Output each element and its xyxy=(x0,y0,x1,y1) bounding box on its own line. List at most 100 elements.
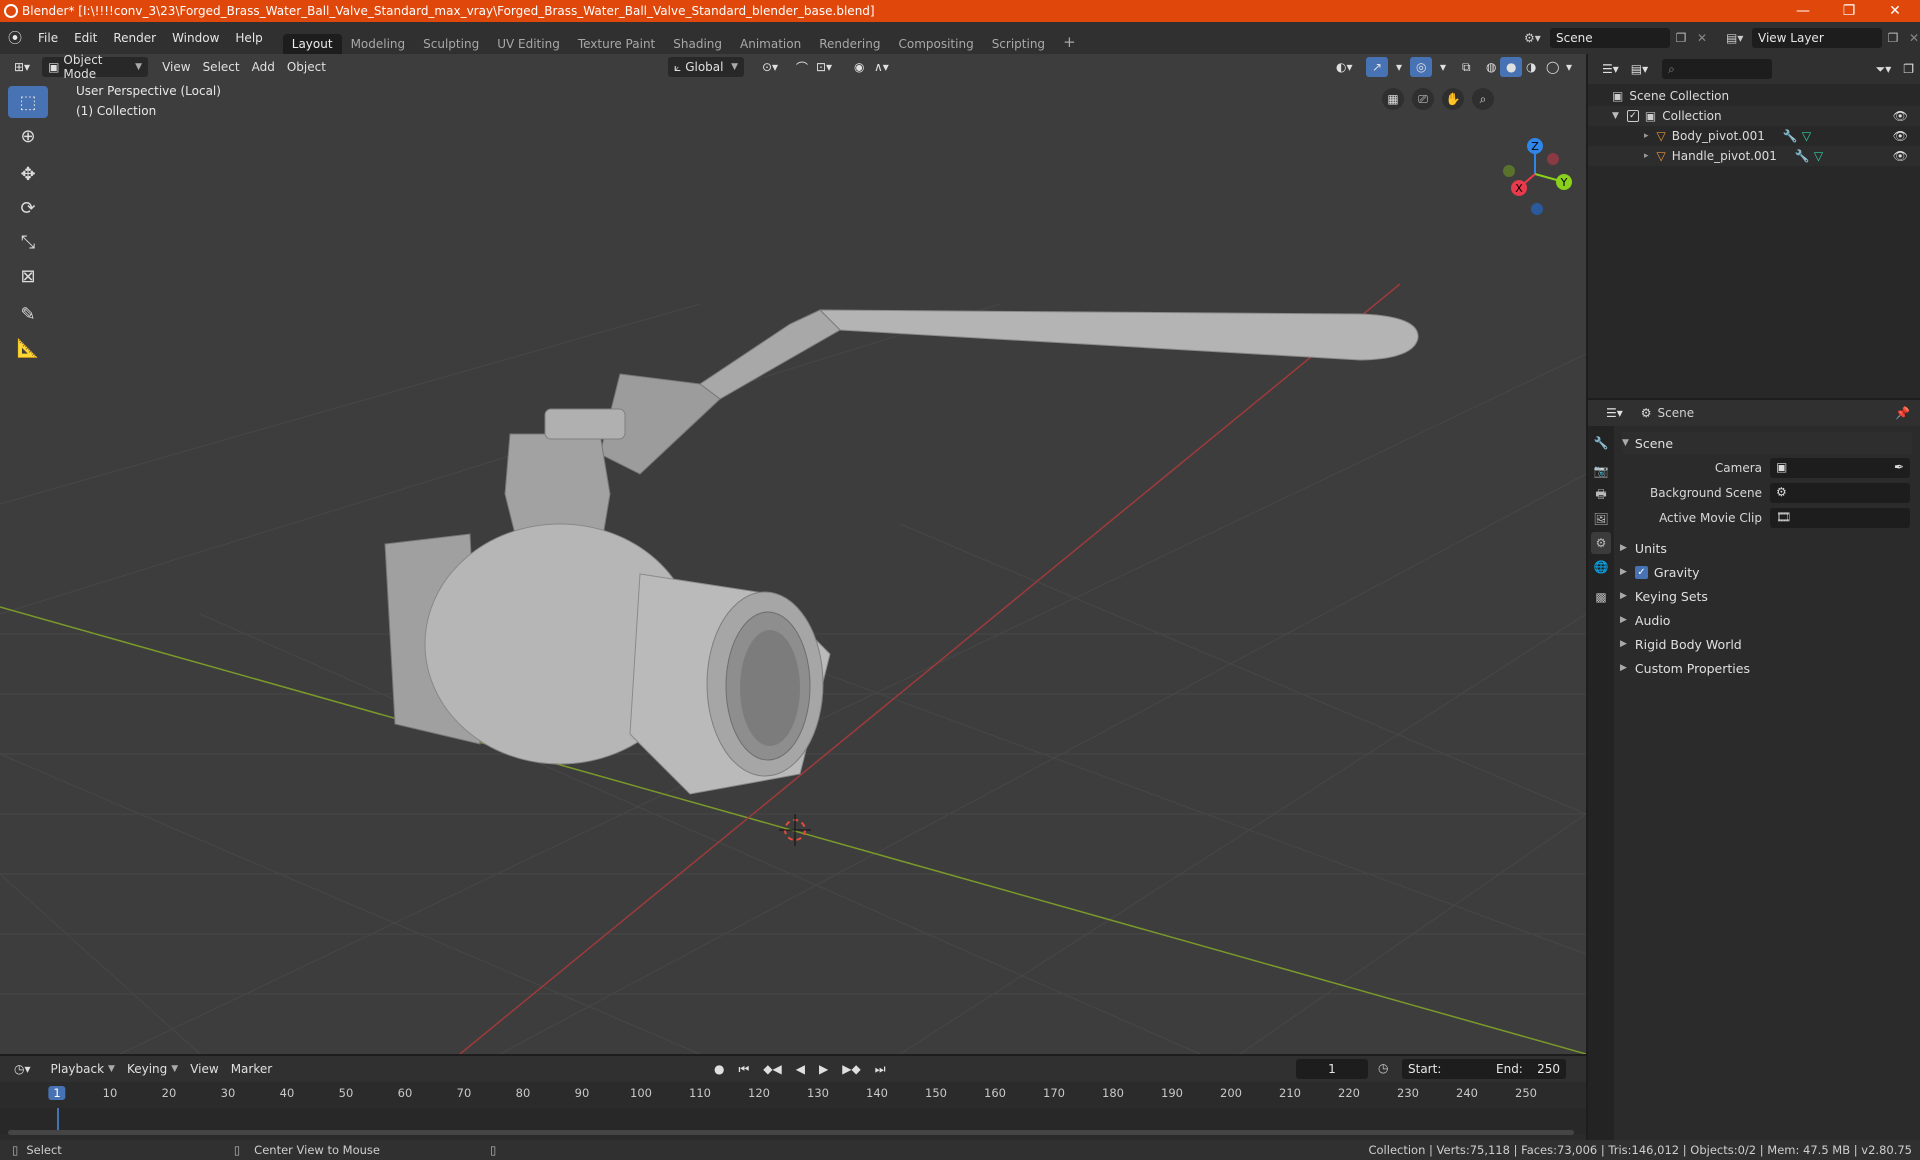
outliner-collection[interactable]: ▼ ✓ ▣ Collection 👁 xyxy=(1588,106,1920,126)
new-scene-icon[interactable]: ❐ xyxy=(1670,31,1692,45)
jump-start-icon[interactable]: ⏮ xyxy=(732,1059,755,1079)
timeline-scrollbar[interactable] xyxy=(8,1130,1574,1135)
menu-help[interactable]: Help xyxy=(227,31,270,45)
outliner-editor-type-icon[interactable]: ☰▾ xyxy=(1596,59,1625,79)
texture-tab-icon[interactable]: ▩ xyxy=(1591,586,1611,608)
outliner-scene-collection[interactable]: ▣ Scene Collection xyxy=(1588,86,1920,106)
custom-properties-panel[interactable]: ▶ Custom Properties xyxy=(1620,657,1750,679)
play-icon[interactable]: ▶ xyxy=(813,1059,834,1079)
measure-tool-icon[interactable]: 📐 xyxy=(8,332,48,364)
modifier-icon[interactable]: 🔧 xyxy=(1795,149,1810,163)
outliner-object-body[interactable]: ▸ ▽ Body_pivot.001 🔧 ▽ 👁 xyxy=(1588,126,1920,146)
current-frame-marker[interactable]: 1 xyxy=(48,1086,66,1100)
display-mode-icon[interactable]: ▤▾ xyxy=(1625,59,1654,79)
menu-render[interactable]: Render xyxy=(105,31,164,45)
gravity-panel[interactable]: ▶ ✓ Gravity xyxy=(1620,561,1700,583)
eye-icon[interactable]: 👁 xyxy=(1893,149,1908,163)
rotate-tool-icon[interactable]: ⟳ xyxy=(8,192,48,224)
jump-end-icon[interactable]: ⏭ xyxy=(869,1059,892,1079)
expand-arrow-icon[interactable]: ▸ xyxy=(1644,131,1649,141)
audio-panel[interactable]: ▶ Audio xyxy=(1620,609,1670,631)
xray-icon[interactable]: ⧉ xyxy=(1456,57,1477,77)
move-tool-icon[interactable]: ✥ xyxy=(8,158,48,190)
outliner-search-input[interactable]: ⌕ xyxy=(1662,59,1773,79)
expand-arrow-icon[interactable]: ▼ xyxy=(1612,111,1619,121)
tab-layout[interactable]: Layout xyxy=(282,34,342,54)
pivot-point-icon[interactable]: ⊙▾ xyxy=(756,57,784,77)
close-button[interactable]: ✕ xyxy=(1872,0,1918,22)
menu-add[interactable]: Add xyxy=(246,57,281,77)
tab-rendering[interactable]: Rendering xyxy=(810,34,889,54)
units-panel[interactable]: ▶ Units xyxy=(1620,537,1667,559)
current-frame-field[interactable]: 1 xyxy=(1296,1059,1368,1079)
eyedropper-icon[interactable]: ✒ xyxy=(1894,460,1904,474)
end-frame-field[interactable]: End: 250 xyxy=(1490,1059,1566,1079)
snap-target-icon[interactable]: ⊡▾ xyxy=(810,57,838,77)
editor-type-icon[interactable]: ⊞▾ xyxy=(8,57,36,77)
overlay-dropdown-icon[interactable]: ▾ xyxy=(1434,57,1452,77)
tab-uv-editing[interactable]: UV Editing xyxy=(488,34,569,54)
scale-tool-icon[interactable]: ⤡ xyxy=(8,226,48,258)
annotate-tool-icon[interactable]: ✎ xyxy=(8,298,48,330)
scene-tab-icon[interactable]: ⚙ xyxy=(1591,532,1611,554)
mesh-data-icon[interactable]: ▽ xyxy=(1814,149,1823,163)
3d-cursor[interactable] xyxy=(779,814,811,846)
world-tab-icon[interactable]: 🌐 xyxy=(1591,556,1611,578)
add-workspace-button[interactable]: + xyxy=(1054,30,1085,54)
menu-object[interactable]: Object xyxy=(281,57,332,77)
preview-range-icon[interactable]: ◷ xyxy=(1378,1061,1388,1075)
view-layer-field[interactable]: View Layer xyxy=(1752,28,1882,48)
menu-file[interactable]: File xyxy=(30,31,66,45)
outliner-object-handle[interactable]: ▸ ▽ Handle_pivot.001 🔧 ▽ 👁 xyxy=(1588,146,1920,166)
transform-tool-icon[interactable]: ⊠ xyxy=(8,260,48,292)
gizmo-toggle-icon[interactable]: ↗ xyxy=(1366,57,1389,77)
cursor-tool-icon[interactable]: ⊕ xyxy=(8,120,48,152)
play-reverse-icon[interactable]: ◀ xyxy=(790,1059,811,1079)
menu-marker[interactable]: Marker xyxy=(225,1059,278,1079)
gizmo-dropdown-icon[interactable]: ▾ xyxy=(1390,57,1408,77)
tab-modeling[interactable]: Modeling xyxy=(342,34,415,54)
3d-viewport[interactable]: Z Y X ⊞▾ ▣ Object Mode ▼ View Select Add… xyxy=(0,54,1586,1054)
camera-field[interactable]: ▣ ✒ xyxy=(1770,458,1910,478)
gravity-checkbox[interactable]: ✓ xyxy=(1634,565,1648,579)
filter-icon[interactable]: ⏷▾ xyxy=(1870,59,1898,79)
select-box-tool-icon[interactable]: ⬚ xyxy=(8,86,48,118)
record-icon[interactable]: ● xyxy=(708,1059,730,1079)
tool-tab-icon[interactable]: 🔧 xyxy=(1591,432,1611,454)
output-tab-icon[interactable]: 🖶 xyxy=(1591,484,1611,506)
properties-editor-type-icon[interactable]: ☰▾ xyxy=(1600,403,1629,423)
frame-ruler[interactable]: 1 10 20 30 40 50 60 70 80 90 100 110 120 130 140 150 160… xyxy=(0,1082,1586,1106)
modifier-icon[interactable]: 🔧 xyxy=(1783,129,1798,143)
visibility-icon[interactable]: ◐▾ xyxy=(1330,57,1359,77)
collection-checkbox[interactable]: ✓ xyxy=(1626,110,1639,122)
tab-sculpting[interactable]: Sculpting xyxy=(414,34,488,54)
menu-edit[interactable]: Edit xyxy=(66,31,105,45)
render-tab-icon[interactable]: 📷 xyxy=(1591,460,1611,482)
menu-window[interactable]: Window xyxy=(164,31,227,45)
menu-playback[interactable]: Playback ▼ xyxy=(45,1059,121,1079)
new-view-layer-icon[interactable]: ❐ xyxy=(1882,31,1904,45)
tab-animation[interactable]: Animation xyxy=(731,34,810,54)
minimize-button[interactable]: — xyxy=(1780,0,1826,22)
transform-orientation-dropdown[interactable]: ⟀ Global ▼ xyxy=(668,57,744,77)
pin-icon[interactable]: 📌 xyxy=(1895,406,1910,420)
toggle-grid-icon[interactable]: ▦ xyxy=(1382,88,1404,110)
eye-icon[interactable]: 👁 xyxy=(1893,129,1908,143)
scene-panel-header[interactable]: ▼ Scene xyxy=(1622,432,1912,454)
tab-shading[interactable]: Shading xyxy=(664,34,731,54)
prev-keyframe-icon[interactable]: ◆◀ xyxy=(757,1059,787,1079)
zoom-icon[interactable]: ⌕ xyxy=(1472,88,1494,110)
camera-view-icon[interactable]: ⎚ xyxy=(1412,88,1434,110)
menu-select[interactable]: Select xyxy=(197,57,246,77)
menu-timeline-view[interactable]: View xyxy=(184,1059,224,1079)
timeline-editor-type-icon[interactable]: ◷▾ xyxy=(8,1059,37,1079)
background-scene-field[interactable]: ⚙ xyxy=(1770,483,1910,503)
view-layer-tab-icon[interactable]: 🖼 xyxy=(1591,508,1611,530)
navigation-gizmo[interactable] xyxy=(1503,138,1572,215)
menu-keying[interactable]: Keying ▼ xyxy=(121,1059,184,1079)
expand-arrow-icon[interactable]: ▸ xyxy=(1644,151,1649,161)
new-collection-icon[interactable]: ❐ xyxy=(1897,59,1920,79)
active-movie-clip-field[interactable]: 🎞 xyxy=(1770,508,1910,528)
mesh-data-icon[interactable]: ▽ xyxy=(1802,129,1811,143)
keying-sets-panel[interactable]: ▶ Keying Sets xyxy=(1620,585,1708,607)
